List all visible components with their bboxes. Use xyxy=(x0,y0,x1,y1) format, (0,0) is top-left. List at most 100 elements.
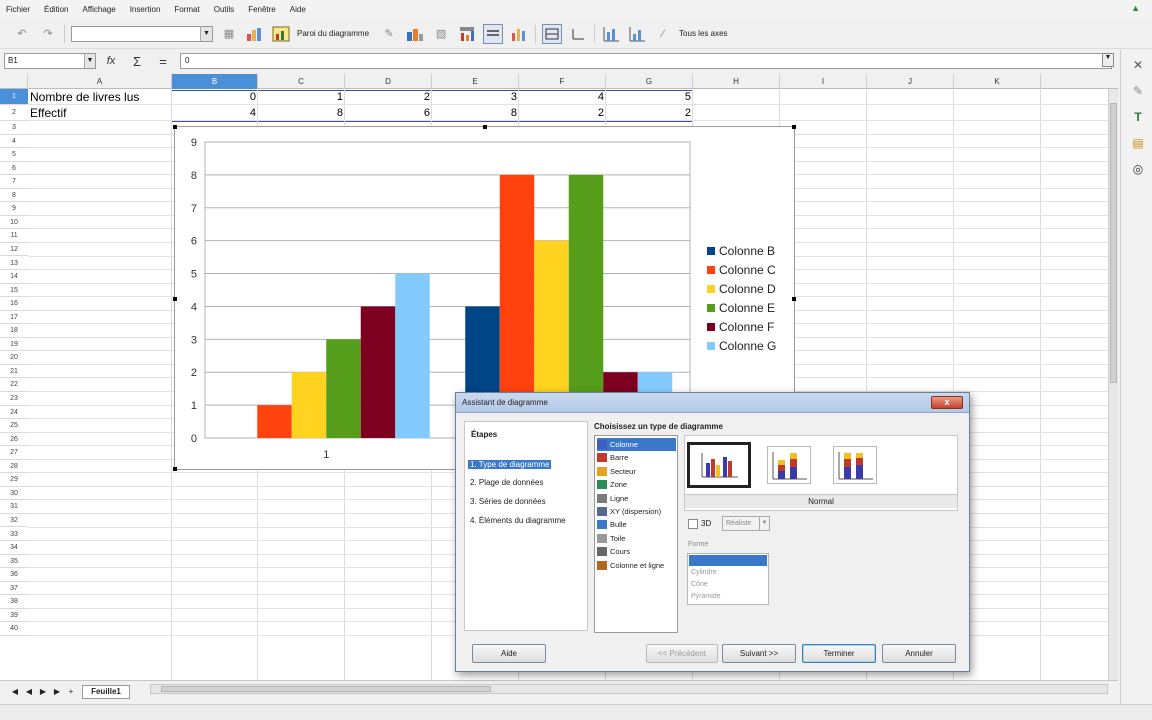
chart-type-line[interactable]: Ligne xyxy=(597,492,676,505)
step-chart-elements[interactable]: 4. Éléments du diagramme xyxy=(468,516,568,525)
finish-button[interactable]: Terminer xyxy=(802,644,876,663)
row-header-28[interactable]: 28 xyxy=(0,460,28,474)
bar-colonne-c-cat1[interactable] xyxy=(257,405,292,438)
row-header-6[interactable]: 6 xyxy=(0,162,28,176)
cell-e2[interactable]: 8 xyxy=(432,105,519,121)
cell-a2[interactable]: Effectif xyxy=(30,105,66,121)
row-header-25[interactable]: 25 xyxy=(0,419,28,433)
menu-help[interactable]: Aide xyxy=(290,5,306,14)
all-axes-icon[interactable] xyxy=(627,24,647,44)
row-header-18[interactable]: 18 xyxy=(0,324,28,338)
row-header-19[interactable]: 19 xyxy=(0,338,28,352)
row-header-34[interactable]: 34 xyxy=(0,541,28,555)
row-header-9[interactable]: 9 xyxy=(0,202,28,216)
3d-look-select[interactable]: Réaliste ▼ xyxy=(722,516,770,531)
column-header-c[interactable]: C xyxy=(258,74,345,89)
row-header-37[interactable]: 37 xyxy=(0,582,28,596)
row-header-16[interactable]: 16 xyxy=(0,297,28,311)
legend-item[interactable]: Colonne D xyxy=(707,282,776,296)
row-header-8[interactable]: 8 xyxy=(0,189,28,203)
dialog-titlebar[interactable]: Assistant de diagramme x xyxy=(456,393,969,413)
column-header-f[interactable]: F xyxy=(519,74,606,89)
row-header-24[interactable]: 24 xyxy=(0,406,28,420)
sidebar-close-icon[interactable]: ✕ xyxy=(1129,56,1147,74)
column-header-a[interactable]: A xyxy=(28,74,172,89)
menu-view[interactable]: Affichage xyxy=(82,5,115,14)
row-header-7[interactable]: 7 xyxy=(0,175,28,189)
previous-button[interactable]: << Précédent xyxy=(646,644,718,663)
chart-type-list[interactable]: Colonne Barre Secteur Zone Ligne XY (dispersi… xyxy=(594,435,678,633)
row-header-17[interactable]: 17 xyxy=(0,311,28,325)
formula-equals-icon[interactable]: = xyxy=(152,54,174,69)
bar-colonne-e-cat1[interactable] xyxy=(326,339,361,438)
chevron-down-icon[interactable]: ▼ xyxy=(84,54,95,68)
row-header-29[interactable]: 29 xyxy=(0,473,28,487)
shape-item-cylinder[interactable]: Cylindre xyxy=(689,567,767,578)
last-sheet-icon[interactable]: ▶ xyxy=(52,687,62,697)
variant-stacked[interactable] xyxy=(767,446,811,484)
styles-icon[interactable]: T xyxy=(1129,108,1147,126)
legend-item[interactable]: Colonne E xyxy=(707,301,775,315)
cell-g2[interactable]: 2 xyxy=(606,105,693,121)
row-header-2[interactable]: 2 xyxy=(0,105,28,121)
shape-item-pyramid[interactable]: Pyramide xyxy=(689,591,767,602)
prev-sheet-icon[interactable]: ◀ xyxy=(24,687,34,697)
chevron-down-icon[interactable]: ▼ xyxy=(759,517,769,530)
resize-handle[interactable] xyxy=(173,467,177,471)
shape-item-cone[interactable]: Cône xyxy=(689,579,767,590)
menu-edit[interactable]: Édition xyxy=(44,5,68,14)
sheet-tab[interactable]: Feuille1 xyxy=(82,685,130,699)
close-icon[interactable]: x xyxy=(931,396,963,409)
chart-element-select[interactable]: ▼ xyxy=(71,25,213,42)
menu-tools[interactable]: Outils xyxy=(214,5,234,14)
column-header-e[interactable]: E xyxy=(432,74,519,89)
chevron-down-icon[interactable]: ▼ xyxy=(200,26,212,41)
chart-type-column[interactable]: Colonne xyxy=(597,438,676,451)
column-header-h[interactable]: H xyxy=(693,74,780,89)
3d-checkbox[interactable] xyxy=(688,519,698,529)
shape-list[interactable]: Cylindre Cône Pyramide xyxy=(687,553,769,605)
menu-file[interactable]: Fichier xyxy=(6,5,30,14)
vertical-scrollbar[interactable] xyxy=(1108,89,1118,680)
row-header-4[interactable]: 4 xyxy=(0,135,28,149)
properties-icon[interactable]: ✎ xyxy=(1129,82,1147,100)
column-header-j[interactable]: J xyxy=(867,74,954,89)
column-header-d[interactable]: D xyxy=(345,74,432,89)
legend-item[interactable]: Colonne B xyxy=(707,244,775,258)
bar-colonne-f-cat1[interactable] xyxy=(360,306,396,438)
titles-on-icon[interactable] xyxy=(601,24,621,44)
chart-type-net[interactable]: Toile xyxy=(597,532,676,545)
first-sheet-icon[interactable]: ◀ xyxy=(10,687,20,697)
row-header-30[interactable]: 30 xyxy=(0,487,28,501)
horizontal-grids-icon[interactable] xyxy=(542,23,563,44)
legend-item[interactable]: Colonne G xyxy=(707,339,776,353)
row-header-32[interactable]: 32 xyxy=(0,514,28,528)
name-box[interactable]: B1 ▼ xyxy=(4,53,96,69)
variant-percent-stacked[interactable] xyxy=(833,446,877,484)
legend-toggle-icon[interactable] xyxy=(483,23,504,44)
row-header-26[interactable]: 26 xyxy=(0,433,28,447)
expand-formula-icon[interactable]: ▼ xyxy=(1102,53,1114,67)
row-header-11[interactable]: 11 xyxy=(0,229,28,243)
menu-window[interactable]: Fenêtre xyxy=(248,5,276,14)
resize-handle[interactable] xyxy=(792,297,796,301)
cell-d1[interactable]: 2 xyxy=(345,89,432,105)
next-button[interactable]: Suivant >> xyxy=(722,644,796,663)
row-header-27[interactable]: 27 xyxy=(0,446,28,460)
chart-type-area[interactable]: Zone xyxy=(597,478,676,491)
menu-format[interactable]: Format xyxy=(174,5,199,14)
chart-wall-icon[interactable] xyxy=(271,24,291,44)
cell-c1[interactable]: 1 xyxy=(258,89,345,105)
chart-type-stock[interactable]: Cours xyxy=(597,545,676,558)
text-scale-icon[interactable]: ⁄ xyxy=(653,24,673,44)
chart-type-bubble[interactable]: Bulle xyxy=(597,518,676,531)
horizontal-scroll-thumb[interactable] xyxy=(161,686,491,692)
column-header-b[interactable]: B xyxy=(172,74,258,89)
sum-icon[interactable]: Σ xyxy=(126,54,148,69)
redo-icon[interactable]: ↷ xyxy=(38,24,58,44)
row-header-23[interactable]: 23 xyxy=(0,392,28,406)
cell-f1[interactable]: 4 xyxy=(519,89,606,105)
legend-item[interactable]: Colonne F xyxy=(707,320,774,334)
data-table-icon[interactable]: ✎ xyxy=(379,24,399,44)
cell-g1[interactable]: 5 xyxy=(606,89,693,105)
